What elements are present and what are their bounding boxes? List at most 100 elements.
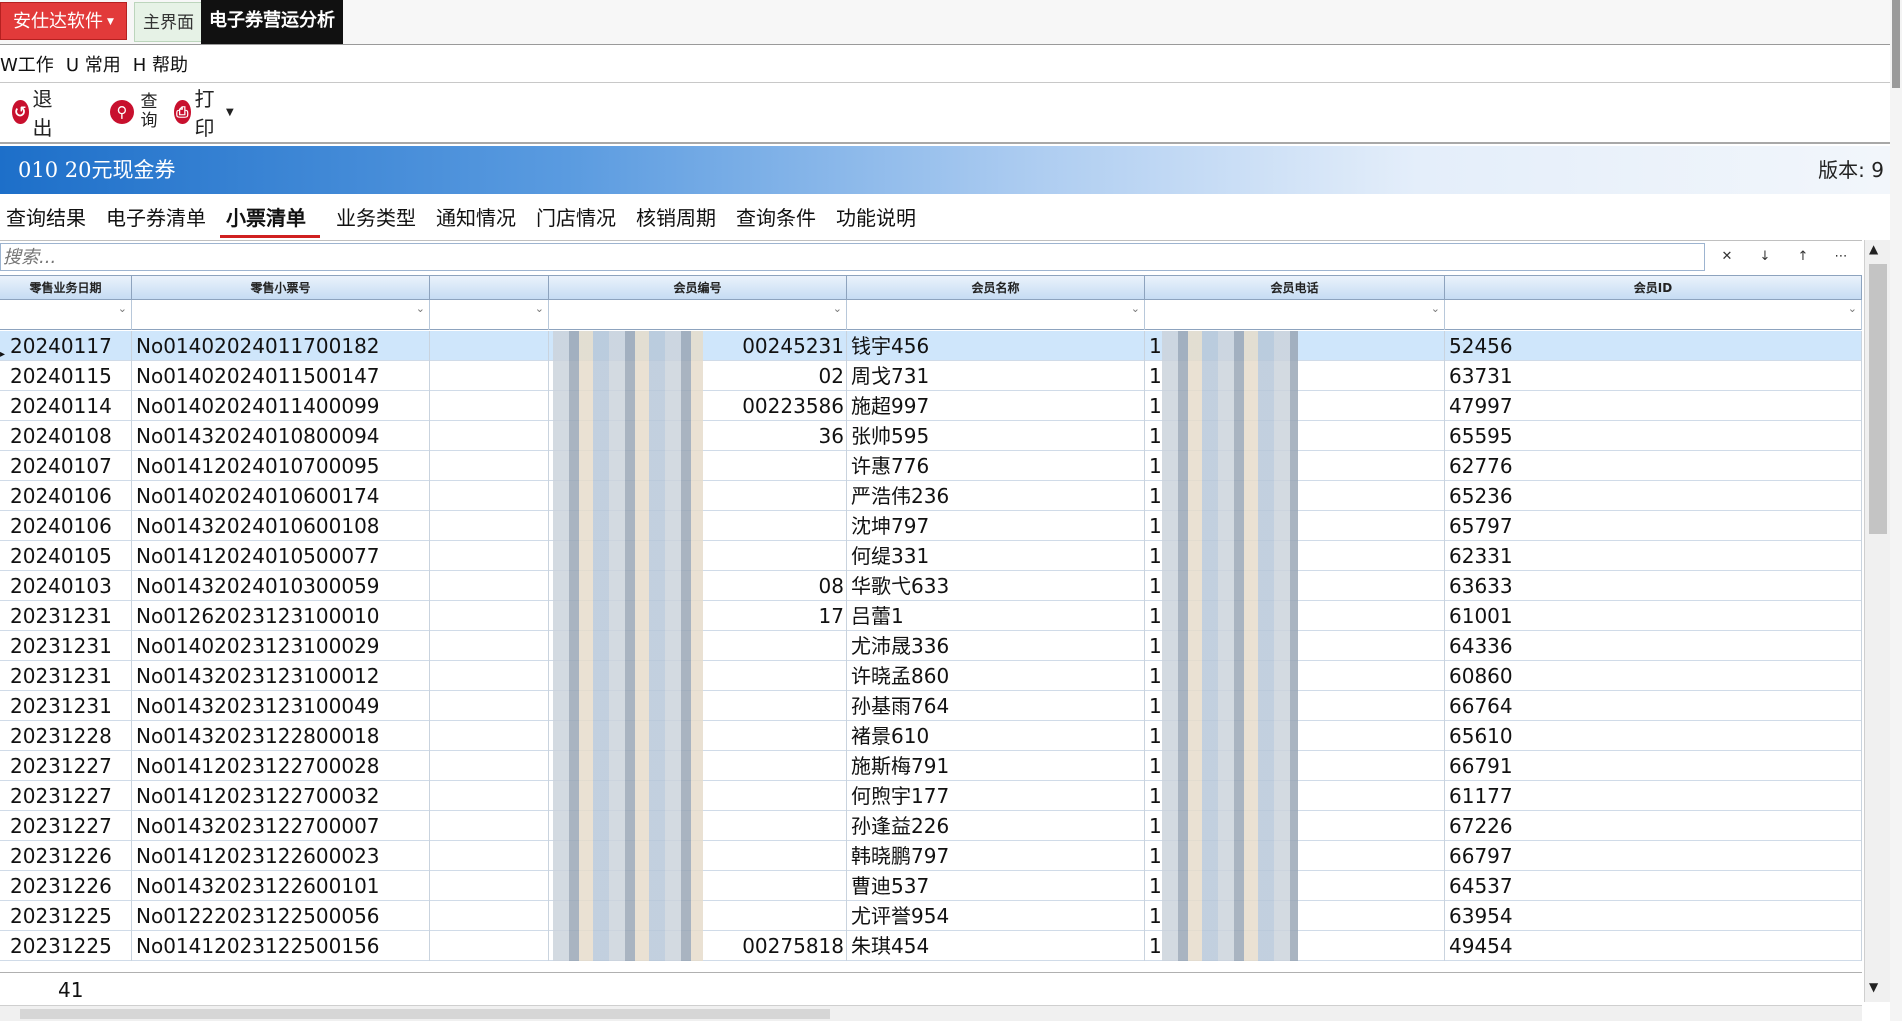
query-button[interactable]: ⚲ 查询: [110, 90, 160, 134]
tab-function-description[interactable]: 功能说明: [830, 200, 930, 238]
redaction-mask: [1162, 451, 1298, 481]
tab-notification[interactable]: 通知情况: [430, 200, 530, 238]
filter-cell[interactable]: [430, 300, 549, 330]
column-header[interactable]: 零售业务日期: [0, 276, 132, 300]
row-count: 41: [58, 978, 84, 1002]
tab-redemption-cycle[interactable]: 核销周期: [630, 200, 730, 238]
table-row[interactable]: 20240107 No01412024010700095 许惠776 1 62776: [0, 451, 1862, 481]
table-row[interactable]: 20240115 No01402024011500147 02 周戈731 1 63731: [0, 361, 1862, 391]
table-row[interactable]: 20240106 No01432024010600108 沈坤797 1 65797: [0, 511, 1862, 541]
print-button[interactable]: ⎙ 打印 ▼: [174, 87, 234, 140]
cell-member-id: 63954: [1445, 901, 1862, 931]
table-row[interactable]: 20231231 No01432023123100049 孙基雨764 1 66764: [0, 691, 1862, 721]
redaction-mask: [1162, 541, 1298, 571]
tab-store[interactable]: 门店情况: [530, 200, 630, 238]
search-input[interactable]: [0, 243, 1705, 271]
scroll-up-icon[interactable]: ▲: [1869, 242, 1878, 256]
tab-receipt-list[interactable]: 小票清单: [220, 200, 320, 238]
table-row[interactable]: 20231231 No01402023123100029 尤沛晟336 1 64336: [0, 631, 1862, 661]
table-row[interactable]: 20231225 No01222023122500056 尤评誉954 1 63954: [0, 901, 1862, 931]
search-icon: ⚲: [110, 100, 134, 124]
exit-label: 退出: [32, 87, 53, 140]
menu-work[interactable]: W工作: [0, 55, 54, 76]
scroll-thumb[interactable]: [1869, 264, 1887, 534]
cell-ticket-no: No01432023123100012: [132, 661, 430, 691]
table-row[interactable]: 20231225 No01412023122500156 00275818 朱琪454…: [0, 931, 1862, 961]
table-row[interactable]: 20231227 No01412023122700032 何煦宇177 1 61177: [0, 781, 1862, 811]
cell-date: 20231227: [0, 781, 132, 811]
vertical-scrollbar[interactable]: ▲ ▼: [1864, 240, 1890, 1002]
table-row[interactable]: 20240103 No01432024010300059 08 华歌弋633 1 6363…: [0, 571, 1862, 601]
redaction-mask: [553, 601, 703, 631]
scroll-down-icon[interactable]: ▼: [1869, 980, 1878, 994]
tab-business-type[interactable]: 业务类型: [330, 200, 430, 238]
table-row[interactable]: ▸ 20240117 No01402024011700182 00245231 钱宇45…: [0, 331, 1862, 361]
redaction-mask: [553, 751, 703, 781]
cell-ticket-no: No01432023123100049: [132, 691, 430, 721]
tab-voucher-list[interactable]: 电子券清单: [100, 200, 220, 238]
filter-cell[interactable]: [132, 300, 430, 330]
table-row[interactable]: 20240105 No01412024010500077 何缇331 1 62331: [0, 541, 1862, 571]
cell-date: 20231228: [0, 721, 132, 751]
cell-member-name: 施超997: [847, 391, 1145, 421]
column-header[interactable]: 零售小票号: [132, 276, 430, 300]
tab-query-results[interactable]: 查询结果: [0, 200, 100, 238]
cell-member-name: 华歌弋633: [847, 571, 1145, 601]
table-row[interactable]: 20231228 No01432023122800018 褚景610 1 65610: [0, 721, 1862, 751]
table-row[interactable]: 20240114 No01402024011400099 00223586 施超997…: [0, 391, 1862, 421]
table-row[interactable]: 20240108 No01432024010800094 36 张帅595 1 65595: [0, 421, 1862, 451]
cell-blank: [430, 721, 549, 751]
column-header[interactable]: [430, 276, 549, 300]
cell-date: 20231231: [0, 661, 132, 691]
window-scroll-thumb[interactable]: [1892, 0, 1900, 88]
tab-query-conditions[interactable]: 查询条件: [730, 200, 830, 238]
table-row[interactable]: 20240106 No01402024010600174 严浩伟236 1 65236: [0, 481, 1862, 511]
exit-button[interactable]: ↺ 退出: [12, 87, 60, 140]
cell-member-name: 许晓孟860: [847, 661, 1145, 691]
table-row[interactable]: 20231226 No01432023122600101 曹迪537 1 64537: [0, 871, 1862, 901]
cell-member-name: 韩晓鹏797: [847, 841, 1145, 871]
table-row[interactable]: 20231227 No01432023122700007 孙逢益226 1 67226: [0, 811, 1862, 841]
menu-common[interactable]: U 常用: [66, 55, 121, 76]
filter-cell[interactable]: [1145, 300, 1445, 330]
tab-voucher-analysis[interactable]: 电子券营运分析: [201, 0, 343, 44]
redaction-mask: [553, 511, 703, 541]
column-header[interactable]: 会员名称: [847, 276, 1145, 300]
cell-ticket-no: No01412023122500156: [132, 931, 430, 961]
cell-ticket-no: No01432023122600101: [132, 871, 430, 901]
more-icon[interactable]: ⋯: [1826, 243, 1856, 271]
redaction-mask: [553, 661, 703, 691]
column-header[interactable]: 会员编号: [549, 276, 847, 300]
window-scrollbar[interactable]: [1890, 0, 1902, 1021]
cell-date: 20231231: [0, 601, 132, 631]
filter-cell[interactable]: [0, 300, 132, 330]
cell-blank: [430, 631, 549, 661]
cell-blank: [430, 451, 549, 481]
cell-date: 20231231: [0, 691, 132, 721]
brand-menu-button[interactable]: 安仕达软件 ▼: [0, 2, 127, 40]
filter-cell[interactable]: [847, 300, 1145, 330]
menu-help[interactable]: H 帮助: [133, 55, 188, 76]
voucher-title: 010 20元现金券: [18, 158, 176, 182]
redaction-mask: [553, 631, 703, 661]
column-header[interactable]: 会员电话: [1145, 276, 1445, 300]
arrow-down-icon[interactable]: ↓: [1750, 243, 1780, 271]
cell-blank: [430, 661, 549, 691]
filter-cell[interactable]: [1445, 300, 1862, 330]
cell-blank: [430, 751, 549, 781]
filter-cell[interactable]: [549, 300, 847, 330]
table-row[interactable]: 20231227 No01412023122700028 施斯梅791 1 66791: [0, 751, 1862, 781]
cell-member-name: 曹迪537: [847, 871, 1145, 901]
tab-home[interactable]: 主界面: [134, 2, 203, 42]
arrow-up-icon[interactable]: ↑: [1788, 243, 1818, 271]
h-scroll-thumb[interactable]: [20, 1009, 830, 1019]
cell-ticket-no: No01262023123100010: [132, 601, 430, 631]
table-row[interactable]: 20231231 No01432023123100012 许晓孟860 1 60860: [0, 661, 1862, 691]
clear-icon[interactable]: ✕: [1712, 243, 1742, 271]
table-header: 零售业务日期 零售小票号 会员编号 会员名称 会员电话 会员ID: [0, 276, 1862, 300]
cell-member-name: 吕蕾1: [847, 601, 1145, 631]
table-row[interactable]: 20231226 No01412023122600023 韩晓鹏797 1 66797: [0, 841, 1862, 871]
horizontal-scrollbar[interactable]: [0, 1005, 1862, 1021]
table-row[interactable]: 20231231 No01262023123100010 17 吕蕾1 1 61001: [0, 601, 1862, 631]
column-header[interactable]: 会员ID: [1445, 276, 1862, 300]
